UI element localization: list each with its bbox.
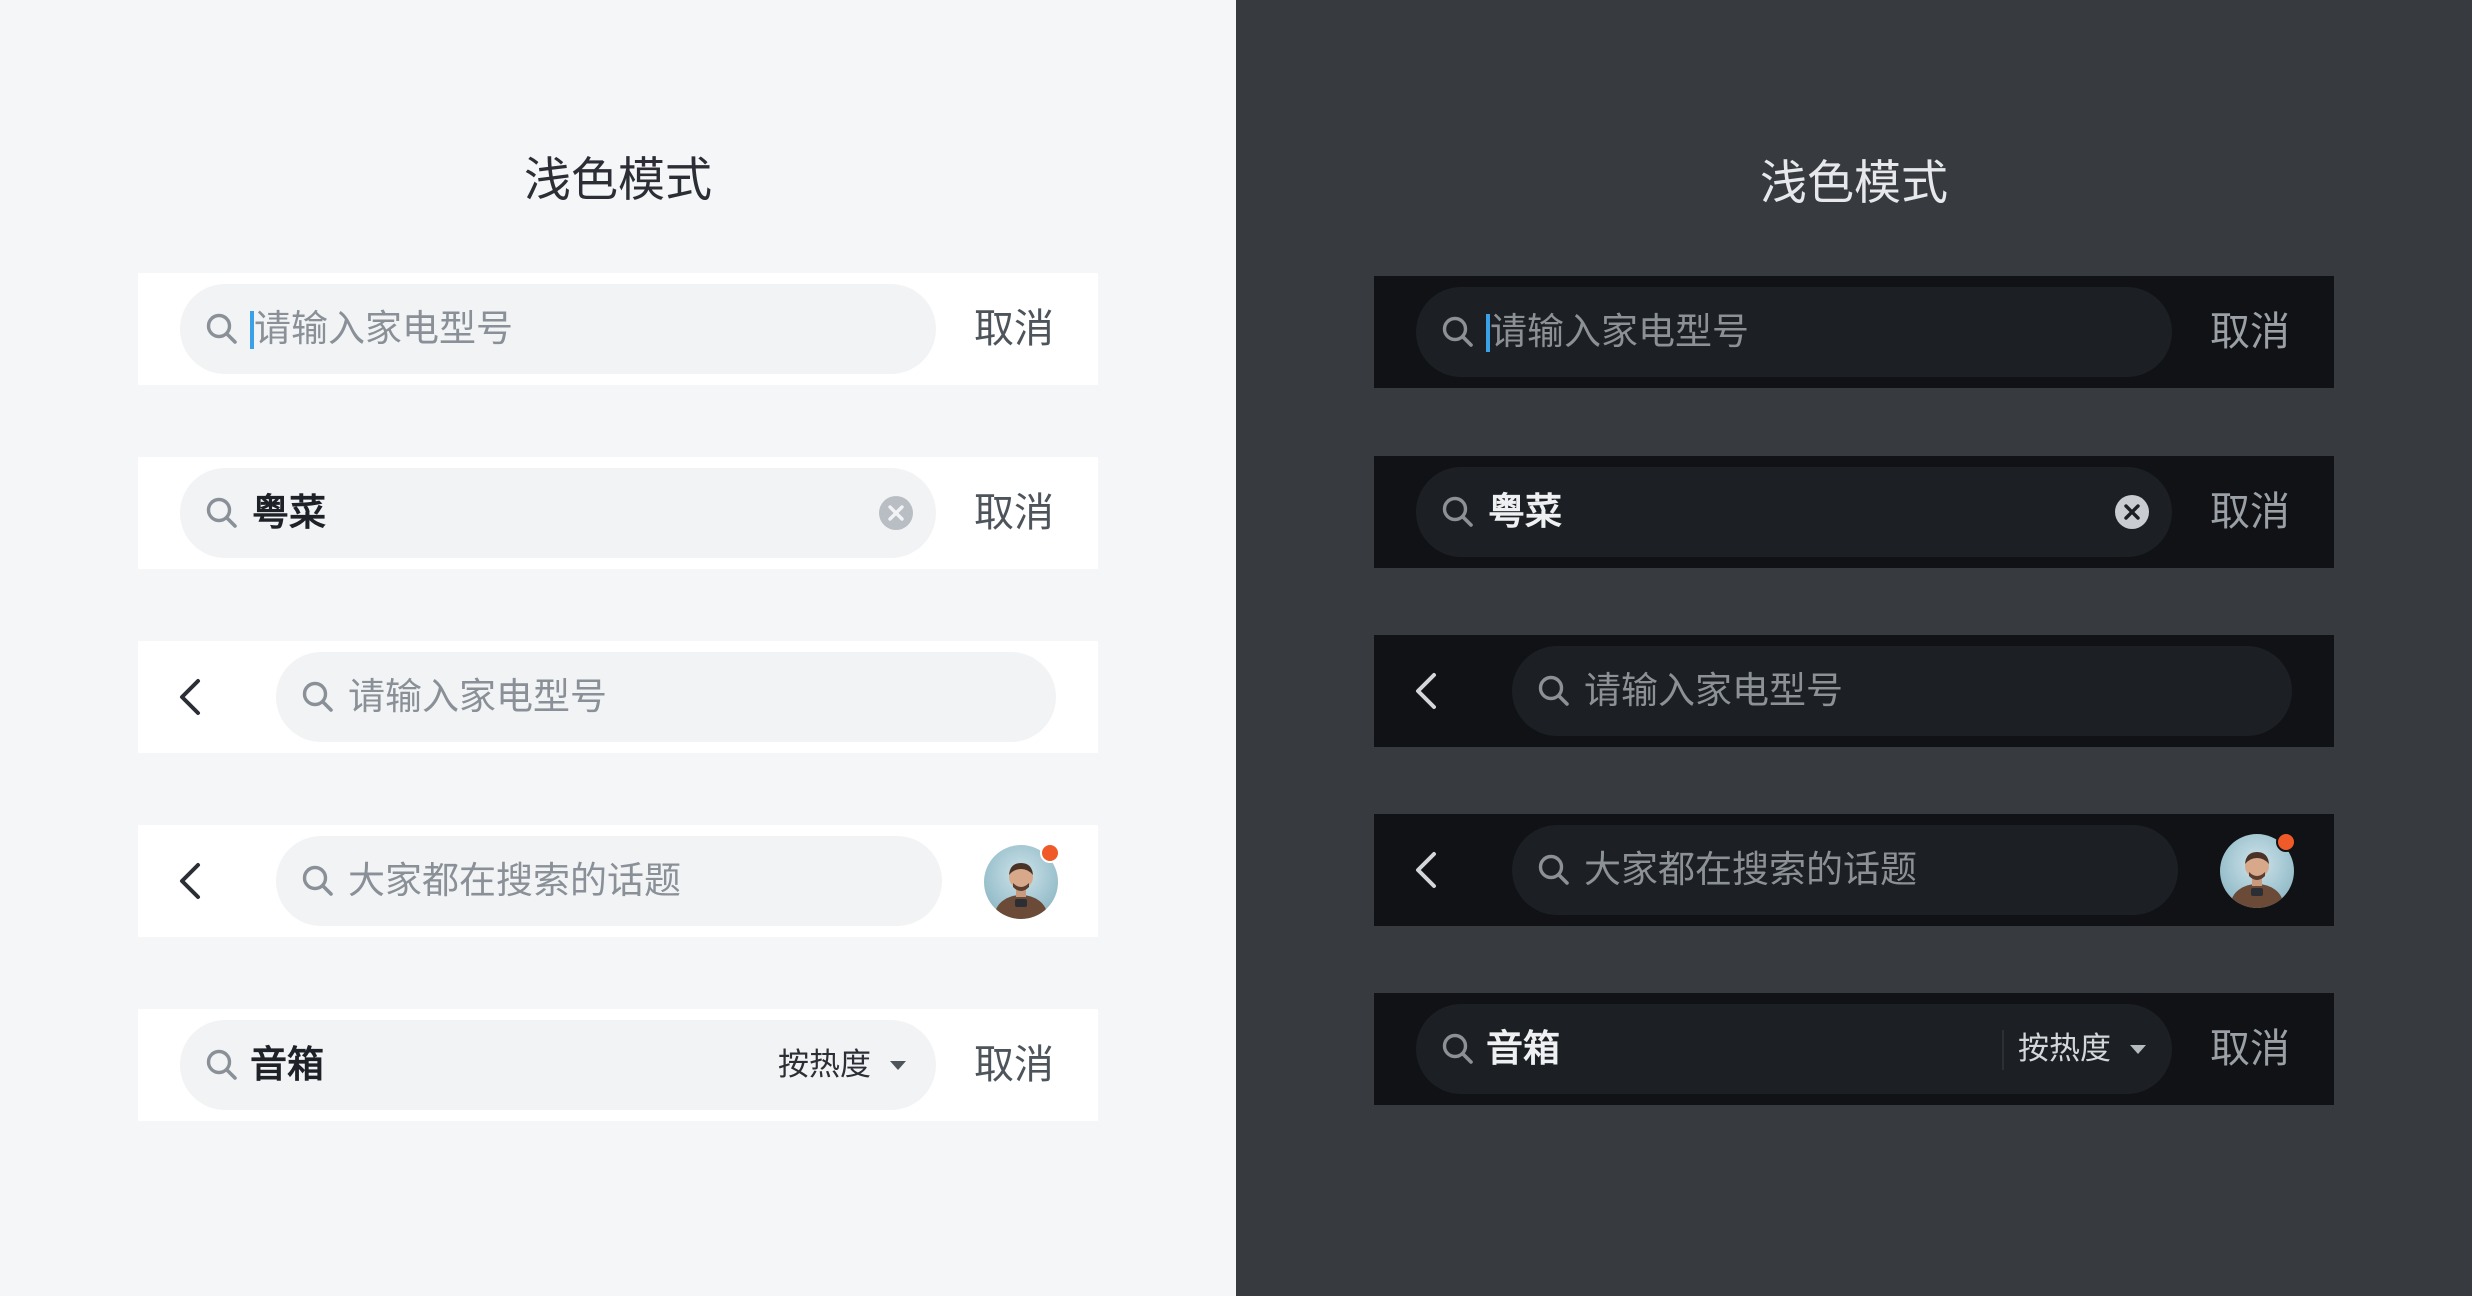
search-placeholder: 请输入家电型号: [1490, 310, 1749, 353]
avatar[interactable]: [984, 843, 1060, 919]
search-icon: [204, 311, 240, 347]
search-input[interactable]: 音箱 按热度: [1416, 1004, 2172, 1094]
search-icon: [1440, 314, 1476, 350]
search-value: 音箱: [1486, 1027, 1560, 1070]
notification-badge: [1040, 843, 1060, 863]
sort-dropdown[interactable]: 按热度: [2018, 1004, 2111, 1094]
clear-icon[interactable]: [878, 495, 914, 531]
sort-divider: [2002, 1030, 2004, 1070]
search-bar-empty: 请输入家电型号 取消: [138, 273, 1098, 385]
panel-title: 浅色模式: [1760, 156, 1948, 211]
search-placeholder: 请输入家电型号: [1584, 669, 1843, 712]
search-bar-with-avatar: 大家都在搜索的话题: [138, 825, 1098, 937]
dark-mode-panel: 浅色模式 请输入家电型号 取消 粤菜 取消 请输入家电型号 大家都在搜索的话题 …: [1236, 0, 2472, 1296]
search-placeholder: 大家都在搜索的话题: [1584, 848, 1917, 891]
caret-down-icon: [890, 1061, 906, 1070]
notification-badge: [2276, 832, 2296, 852]
caret-down-icon: [2130, 1045, 2146, 1054]
avatar[interactable]: [2220, 832, 2296, 908]
search-input[interactable]: 大家都在搜索的话题: [1512, 825, 2178, 915]
search-value: 粤菜: [252, 491, 326, 534]
search-icon: [300, 863, 336, 899]
chevron-left-icon[interactable]: [176, 861, 204, 901]
search-input[interactable]: 粤菜: [1416, 467, 2172, 557]
chevron-left-icon[interactable]: [1412, 671, 1440, 711]
cancel-button[interactable]: 取消: [2210, 456, 2290, 568]
search-value: 音箱: [250, 1043, 324, 1086]
search-bar-with-sort: 音箱 按热度 取消: [138, 1009, 1098, 1121]
cancel-button[interactable]: 取消: [974, 1009, 1054, 1121]
search-input[interactable]: 请输入家电型号: [1512, 646, 2292, 736]
search-icon: [300, 679, 336, 715]
cancel-button[interactable]: 取消: [974, 273, 1054, 385]
chevron-left-icon[interactable]: [1412, 850, 1440, 890]
search-input[interactable]: 请输入家电型号: [180, 284, 936, 374]
search-bar-empty: 请输入家电型号 取消: [1374, 276, 2334, 388]
search-bar-with-back: 请输入家电型号: [138, 641, 1098, 753]
search-icon: [1440, 1031, 1476, 1067]
search-input[interactable]: 请输入家电型号: [1416, 287, 2172, 377]
clear-icon[interactable]: [2114, 494, 2150, 530]
search-input[interactable]: 大家都在搜索的话题: [276, 836, 942, 926]
search-input[interactable]: 请输入家电型号: [276, 652, 1056, 742]
search-input[interactable]: 音箱 按热度: [180, 1020, 936, 1110]
cancel-button[interactable]: 取消: [2210, 993, 2290, 1105]
search-icon: [204, 495, 240, 531]
search-bar-with-sort: 音箱 按热度 取消: [1374, 993, 2334, 1105]
search-bar-with-avatar: 大家都在搜索的话题: [1374, 814, 2334, 926]
chevron-left-icon[interactable]: [176, 677, 204, 717]
search-bar-with-back: 请输入家电型号: [1374, 635, 2334, 747]
search-bar-filled: 粤菜 取消: [1374, 456, 2334, 568]
search-placeholder: 大家都在搜索的话题: [348, 859, 681, 902]
search-bar-filled: 粤菜 取消: [138, 457, 1098, 569]
search-icon: [1536, 852, 1572, 888]
stage: 浅色模式 请输入家电型号 取消 粤菜 取消 请输入家电型号 大家都在搜索的话题 …: [0, 0, 2472, 1296]
search-icon: [1536, 673, 1572, 709]
sort-dropdown[interactable]: 按热度: [778, 1020, 871, 1110]
search-value: 粤菜: [1488, 490, 1562, 533]
cancel-button[interactable]: 取消: [2210, 276, 2290, 388]
search-input[interactable]: 粤菜: [180, 468, 936, 558]
search-placeholder: 请输入家电型号: [348, 675, 607, 718]
cancel-button[interactable]: 取消: [974, 457, 1054, 569]
search-placeholder: 请输入家电型号: [254, 307, 513, 350]
search-icon: [1440, 494, 1476, 530]
search-icon: [204, 1047, 240, 1083]
panel-title: 浅色模式: [524, 153, 712, 208]
light-mode-panel: 浅色模式 请输入家电型号 取消 粤菜 取消 请输入家电型号 大家都在搜索的话题 …: [0, 0, 1236, 1296]
